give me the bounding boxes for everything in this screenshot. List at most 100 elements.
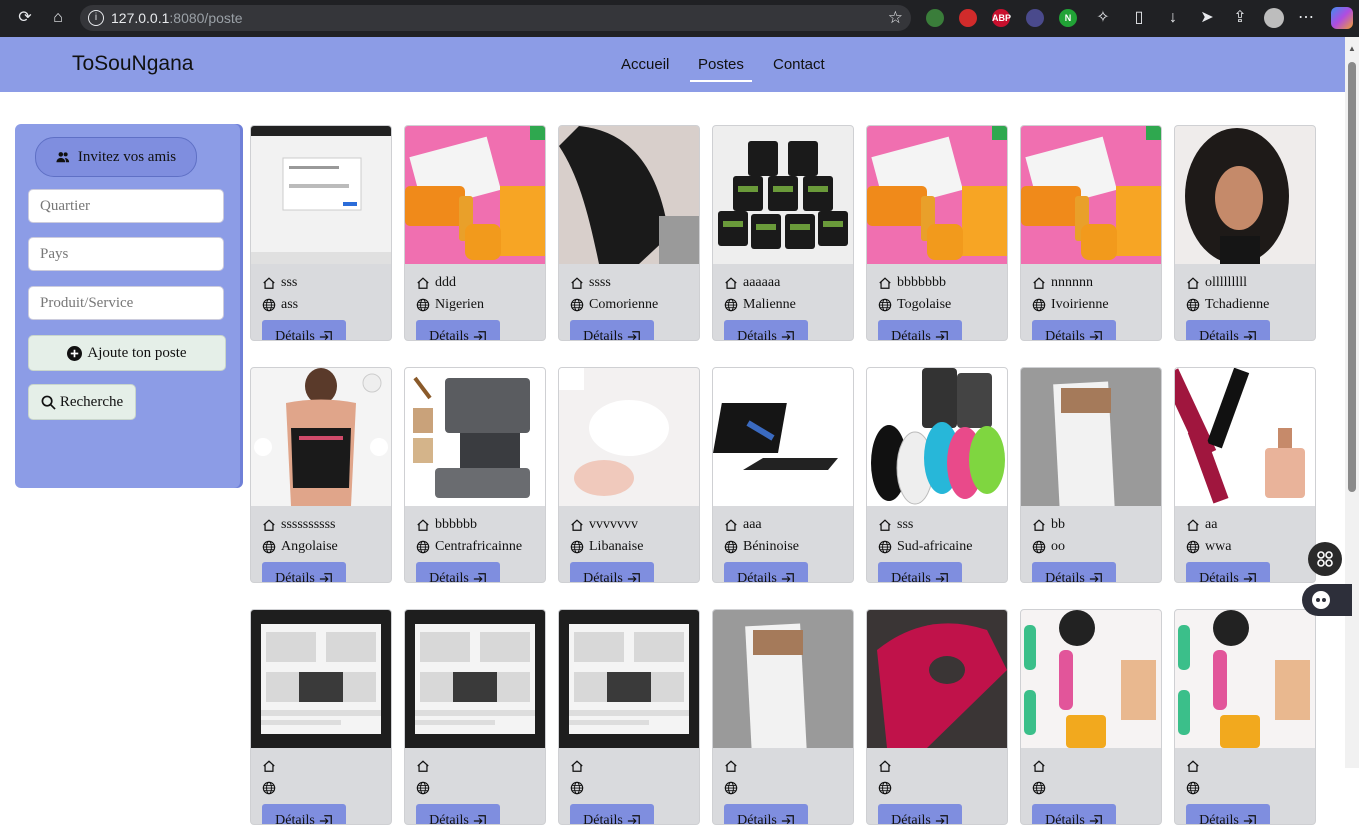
post-image[interactable] xyxy=(405,610,545,748)
puzzle-icon[interactable]: ✧ xyxy=(1092,7,1114,29)
extension-icon[interactable] xyxy=(1026,9,1044,27)
nav-postes[interactable]: Postes xyxy=(690,56,752,82)
post-card[interactable]: Détails xyxy=(712,609,854,825)
details-button[interactable]: Détails xyxy=(570,562,654,582)
post-image[interactable] xyxy=(251,610,391,748)
post-card[interactable]: sss ass Détails xyxy=(250,125,392,341)
details-button[interactable]: Détails xyxy=(262,804,346,824)
info-icon[interactable]: i xyxy=(88,10,104,26)
more-icon[interactable]: ⋯ xyxy=(1295,7,1317,29)
details-button[interactable]: Détails xyxy=(878,320,962,340)
download-icon[interactable]: ↓ xyxy=(1162,7,1184,29)
quartier-input[interactable] xyxy=(28,189,224,223)
address-bar[interactable]: i 127.0.0.1:8080/poste ☆ xyxy=(80,5,911,31)
search-button[interactable]: Recherche xyxy=(28,384,136,420)
post-name: nnnnnn xyxy=(1051,275,1093,290)
post-image[interactable] xyxy=(1021,368,1161,506)
details-button[interactable]: Détails xyxy=(416,804,500,824)
post-card[interactable]: bbbbbb Centrafricainne Détails xyxy=(404,367,546,583)
post-card[interactable]: Détails xyxy=(558,609,700,825)
extension-icon[interactable]: N xyxy=(1059,9,1077,27)
post-image[interactable] xyxy=(559,368,699,506)
post-card[interactable]: aa wwa Détails xyxy=(1174,367,1316,583)
post-image[interactable] xyxy=(713,610,853,748)
apps-float-button[interactable] xyxy=(1308,542,1342,576)
post-image[interactable] xyxy=(1175,610,1315,748)
split-screen-icon[interactable]: ▯ xyxy=(1128,7,1150,29)
extension-icon[interactable] xyxy=(926,9,944,27)
nav-contact[interactable]: Contact xyxy=(773,56,825,73)
details-button[interactable]: Détails xyxy=(262,562,346,582)
details-button[interactable]: Détails xyxy=(1186,804,1270,824)
post-card[interactable]: Détails xyxy=(1020,609,1162,825)
house-icon xyxy=(1187,760,1199,772)
post-card[interactable]: bb oo Détails xyxy=(1020,367,1162,583)
details-button[interactable]: Détails xyxy=(878,804,962,824)
post-image[interactable] xyxy=(867,368,1007,506)
post-image[interactable] xyxy=(1175,368,1315,506)
nav-accueil[interactable]: Accueil xyxy=(621,56,669,73)
post-image[interactable] xyxy=(559,126,699,264)
details-button[interactable]: Détails xyxy=(416,320,500,340)
post-image[interactable] xyxy=(713,368,853,506)
scrollbar-thumb[interactable] xyxy=(1348,62,1356,492)
post-card[interactable]: Détails xyxy=(866,609,1008,825)
post-card[interactable]: olllllllll Tchadienne Détails xyxy=(1174,125,1316,341)
home-icon[interactable]: ⌂ xyxy=(47,7,69,29)
post-card[interactable]: Détails xyxy=(250,609,392,825)
post-image[interactable] xyxy=(1021,610,1161,748)
post-card[interactable]: bbbbbbb Togolaise Détails xyxy=(866,125,1008,341)
shield-extension-icon[interactable] xyxy=(959,9,977,27)
produit-service-input[interactable] xyxy=(28,286,224,320)
post-image[interactable] xyxy=(713,126,853,264)
details-button[interactable]: Détails xyxy=(878,562,962,582)
page-scrollbar[interactable]: ▲ xyxy=(1345,37,1359,768)
details-button[interactable]: Détails xyxy=(1032,562,1116,582)
post-country-row: oo xyxy=(1032,539,1065,555)
share-icon[interactable]: ⇪ xyxy=(1229,7,1251,29)
details-button[interactable]: Détails xyxy=(1186,320,1270,340)
post-image[interactable] xyxy=(405,126,545,264)
invite-friends-button[interactable]: Invitez vos amis xyxy=(35,137,197,177)
post-card[interactable]: ssssssssss Angolaise Détails xyxy=(250,367,392,583)
scroll-up-icon[interactable]: ▲ xyxy=(1348,44,1356,53)
details-button[interactable]: Détails xyxy=(724,562,808,582)
details-button[interactable]: Détails xyxy=(570,320,654,340)
send-icon[interactable]: ➤ xyxy=(1196,7,1218,29)
details-button[interactable]: Détails xyxy=(1032,804,1116,824)
post-card[interactable]: Détails xyxy=(404,609,546,825)
post-card[interactable]: aaaaaa Malienne Détails xyxy=(712,125,854,341)
add-post-button[interactable]: Ajoute ton poste xyxy=(28,335,226,371)
post-image[interactable] xyxy=(251,126,391,264)
post-card[interactable]: aaa Béninoise Détails xyxy=(712,367,854,583)
details-button[interactable]: Détails xyxy=(416,562,500,582)
post-name-row: sss xyxy=(262,275,297,291)
details-button[interactable]: Détails xyxy=(1186,562,1270,582)
post-image[interactable] xyxy=(867,126,1007,264)
details-button[interactable]: Détails xyxy=(262,320,346,340)
post-image[interactable] xyxy=(1175,126,1315,264)
reload-icon[interactable]: ⟳ xyxy=(14,7,36,29)
copilot-icon[interactable] xyxy=(1331,7,1353,29)
post-card[interactable]: sss Sud-africaine Détails xyxy=(866,367,1008,583)
post-card[interactable]: ssss Comorienne Détails xyxy=(558,125,700,341)
pays-input[interactable] xyxy=(28,237,224,271)
post-card[interactable]: nnnnnn Ivoirienne Détails xyxy=(1020,125,1162,341)
post-image[interactable] xyxy=(251,368,391,506)
star-icon[interactable]: ☆ xyxy=(888,8,903,28)
post-image[interactable] xyxy=(1021,126,1161,264)
adblock-icon[interactable]: ABP xyxy=(992,9,1011,27)
post-image[interactable] xyxy=(405,368,545,506)
profile-avatar[interactable] xyxy=(1264,8,1284,28)
details-button[interactable]: Détails xyxy=(570,804,654,824)
post-card[interactable]: ddd Nigerien Détails xyxy=(404,125,546,341)
details-button[interactable]: Détails xyxy=(724,320,808,340)
assistant-float-button[interactable] xyxy=(1302,584,1352,616)
post-image[interactable] xyxy=(867,610,1007,748)
post-card[interactable]: vvvvvvv Libanaise Détails xyxy=(558,367,700,583)
post-card[interactable]: Détails xyxy=(1174,609,1316,825)
brand-logo[interactable]: ToSouNgana xyxy=(72,52,193,76)
details-button[interactable]: Détails xyxy=(1032,320,1116,340)
details-button[interactable]: Détails xyxy=(724,804,808,824)
post-image[interactable] xyxy=(559,610,699,748)
